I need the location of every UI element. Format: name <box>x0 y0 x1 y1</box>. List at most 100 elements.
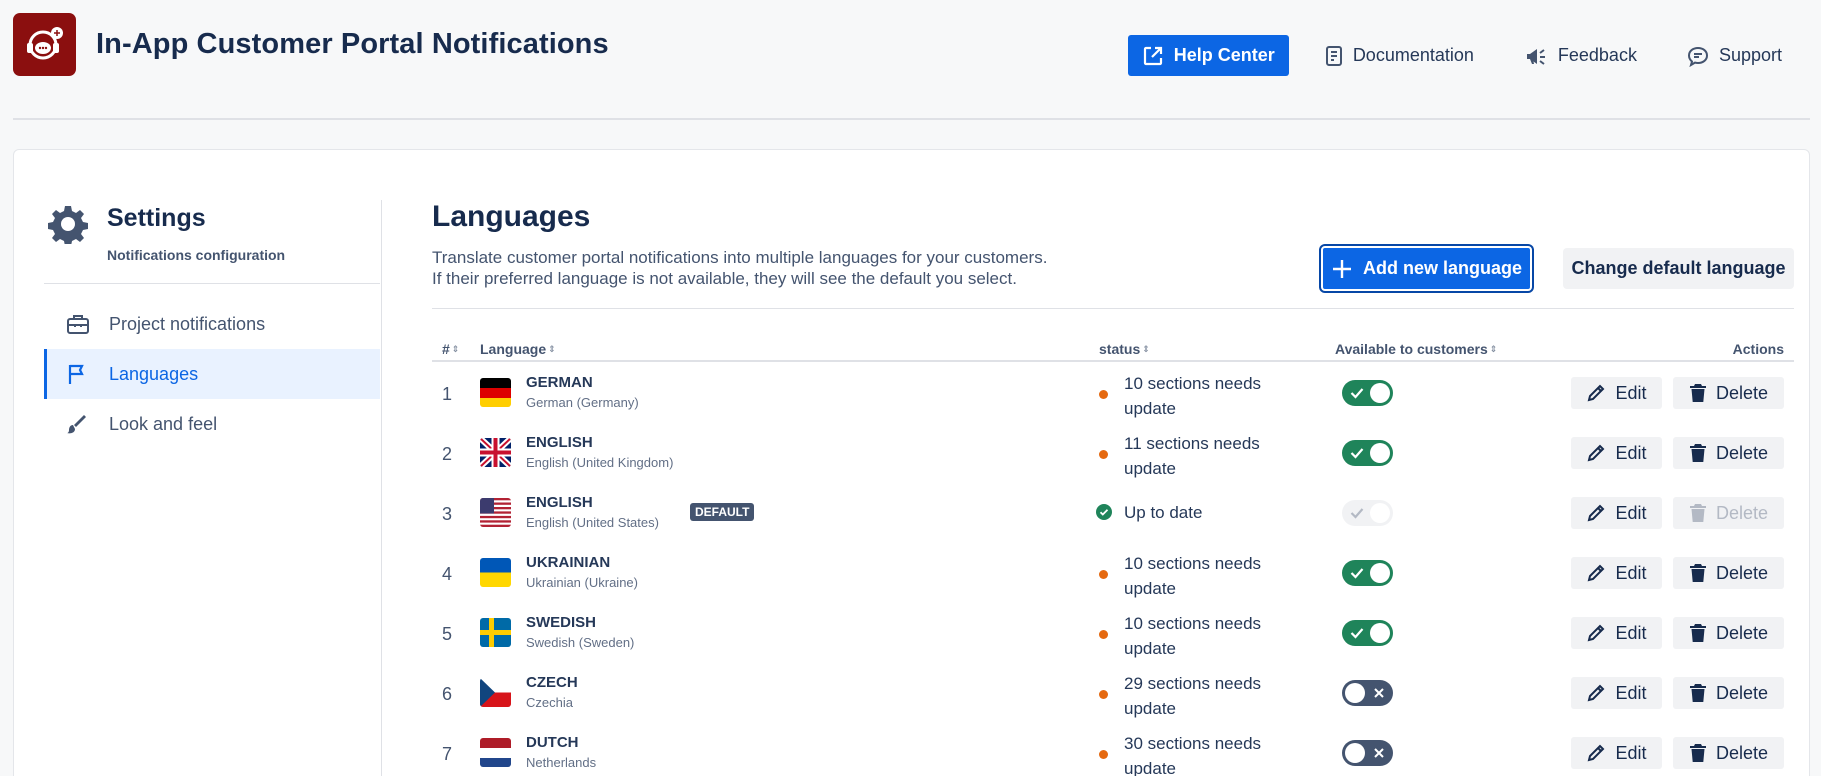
add-new-language-button[interactable]: Add new language <box>1321 246 1532 291</box>
column-header-label: Language <box>480 341 547 357</box>
sidebar-item-project-notifications[interactable]: Project notifications <box>44 299 380 349</box>
status-text: 10 sections needs update <box>1124 611 1274 661</box>
column-header-status[interactable]: status ⇕ <box>1099 341 1150 357</box>
external-link-icon <box>1143 46 1162 65</box>
status-text: 30 sections needs update <box>1124 731 1274 776</box>
warning-dot-icon <box>1099 630 1108 639</box>
language-locale: Ukrainian (Ukraine) <box>526 575 638 590</box>
column-header-available[interactable]: Available to customers ⇕ <box>1335 341 1497 357</box>
language-locale: English (United Kingdom) <box>526 455 674 470</box>
cz-flag-icon <box>480 678 511 707</box>
delete-button[interactable]: Delete <box>1673 437 1784 469</box>
available-toggle[interactable] <box>1342 680 1393 706</box>
column-header-label: Available to customers <box>1335 341 1488 357</box>
delete-button[interactable]: Delete <box>1673 617 1784 649</box>
status-line-2: update <box>1124 759 1176 776</box>
sidebar: Settings Notifications configuration Pro… <box>44 200 380 449</box>
edit-button[interactable]: Edit <box>1571 677 1662 709</box>
trash-icon <box>1689 744 1706 762</box>
help-center-button[interactable]: Help Center <box>1127 35 1289 76</box>
edit-button[interactable]: Edit <box>1571 377 1662 409</box>
toggle-knob <box>1370 563 1390 583</box>
status-line-1: 30 sections needs <box>1124 734 1262 753</box>
description-line-2: If their preferred language is not avail… <box>432 269 1017 288</box>
available-toggle[interactable] <box>1342 380 1393 406</box>
delete-label: Delete <box>1715 382 1769 403</box>
help-center-label: Help Center <box>1173 45 1275 65</box>
main-divider <box>432 308 1794 309</box>
pencil-icon <box>1588 744 1605 762</box>
toggle-knob <box>1345 683 1365 703</box>
chat-bubble-icon <box>1687 46 1708 67</box>
status-line-1: 10 sections needs <box>1124 614 1262 633</box>
available-toggle[interactable] <box>1342 440 1393 466</box>
edit-label: Edit <box>1615 742 1647 763</box>
table-row: 3 ENGLISH English (United States) DEFAUL… <box>432 482 1794 542</box>
warning-dot-icon <box>1099 390 1108 399</box>
check-icon <box>1350 628 1364 639</box>
table-row: 2 ENGLISH English (United Kingdom) 11 se… <box>432 422 1794 482</box>
delete-button[interactable]: Delete <box>1673 557 1784 589</box>
toggle-knob <box>1370 503 1390 523</box>
se-flag-icon <box>480 618 511 647</box>
column-header-label: Actions <box>1732 341 1784 357</box>
edit-label: Edit <box>1615 622 1647 643</box>
status-line-2: update <box>1124 579 1176 598</box>
plus-icon <box>1332 259 1351 278</box>
app-title: In-App Customer Portal Notifications <box>96 28 609 60</box>
column-header-label: # <box>442 341 450 357</box>
description-line-1: Translate customer portal notifications … <box>432 248 1048 267</box>
documentation-label: Documentation <box>1352 45 1474 65</box>
sidebar-item-look-and-feel[interactable]: Look and feel <box>44 399 380 449</box>
toggle-knob <box>1370 623 1390 643</box>
delete-button: Delete <box>1673 497 1784 529</box>
megaphone-icon <box>1526 48 1545 65</box>
warning-dot-icon <box>1099 750 1108 759</box>
delete-button[interactable]: Delete <box>1673 377 1784 409</box>
sort-icon: ⇕ <box>451 343 460 354</box>
status-line-1: 10 sections needs <box>1124 554 1262 573</box>
edit-button[interactable]: Edit <box>1571 437 1662 469</box>
row-number: 4 <box>442 564 453 584</box>
support-label: Support <box>1718 45 1782 65</box>
feedback-button[interactable]: Feedback <box>1510 35 1651 76</box>
status-line-2: update <box>1124 399 1176 418</box>
flag-icon <box>68 364 84 384</box>
edit-button[interactable]: Edit <box>1571 497 1662 529</box>
delete-button[interactable]: Delete <box>1673 737 1784 769</box>
languages-table: # ⇕ Language ⇕ status ⇕ Available to custom… <box>432 338 1794 776</box>
row-number: 1 <box>442 384 453 404</box>
sidebar-item-languages[interactable]: Languages <box>44 349 380 399</box>
trash-icon <box>1689 684 1706 702</box>
check-icon <box>1350 568 1364 579</box>
column-header-language[interactable]: Language ⇕ <box>480 341 556 357</box>
column-header-num[interactable]: # ⇕ <box>442 341 459 357</box>
warning-dot-icon <box>1099 570 1108 579</box>
sidebar-item-label: Project notifications <box>109 313 266 334</box>
add-new-language-label: Add new language <box>1362 258 1522 278</box>
available-toggle[interactable] <box>1342 620 1393 646</box>
pencil-icon <box>1588 624 1605 642</box>
edit-button[interactable]: Edit <box>1571 557 1662 589</box>
toggle-knob <box>1370 383 1390 403</box>
documentation-button[interactable]: Documentation <box>1311 35 1488 76</box>
edit-button[interactable]: Edit <box>1571 737 1662 769</box>
pencil-icon <box>1588 684 1605 702</box>
edit-label: Edit <box>1615 682 1647 703</box>
trash-icon <box>1689 564 1706 582</box>
status-line-1: Up to date <box>1124 503 1203 522</box>
support-button[interactable]: Support <box>1673 35 1796 76</box>
edit-button[interactable]: Edit <box>1571 617 1662 649</box>
available-toggle[interactable] <box>1342 560 1393 586</box>
brush-icon <box>67 415 86 434</box>
language-locale: English (United States) <box>526 515 659 530</box>
status-line-1: 29 sections needs <box>1124 674 1262 693</box>
change-default-language-button[interactable]: Change default language <box>1563 248 1794 289</box>
delete-button[interactable]: Delete <box>1673 677 1784 709</box>
sidebar-item-label: Languages <box>109 363 199 384</box>
warning-dot-icon <box>1099 690 1108 699</box>
check-circle-icon <box>1096 504 1112 520</box>
available-toggle[interactable] <box>1342 740 1393 766</box>
pencil-icon <box>1588 384 1605 402</box>
default-badge: DEFAULT <box>690 503 755 521</box>
